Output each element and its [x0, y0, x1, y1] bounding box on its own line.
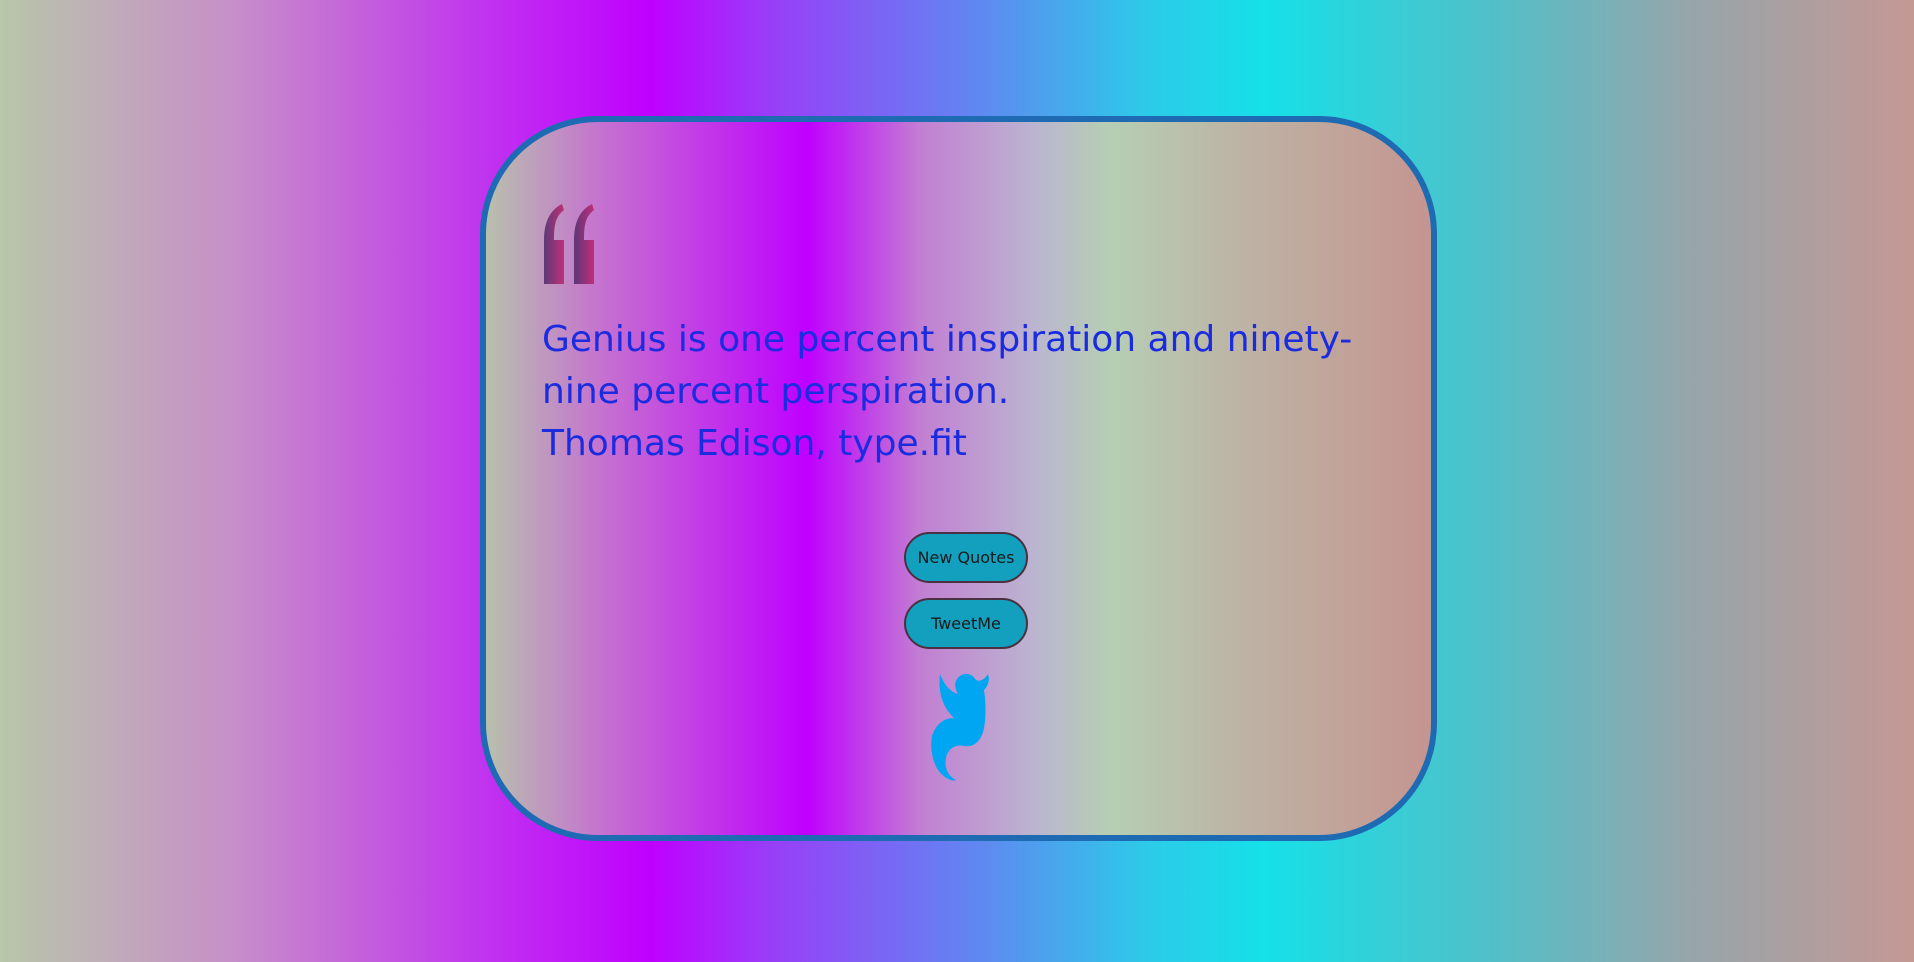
- tweet-button[interactable]: TweetMe: [904, 598, 1028, 649]
- quote-card: Genius is one percent inspiration and ni…: [480, 116, 1437, 841]
- twitter-icon[interactable]: [926, 672, 990, 782]
- new-quote-button[interactable]: New Quotes: [904, 532, 1028, 583]
- quote-text: Genius is one percent inspiration and ni…: [542, 319, 1353, 412]
- quote-author: Thomas Edison, type.fit: [542, 423, 967, 464]
- quote-mark-icon: [544, 204, 594, 284]
